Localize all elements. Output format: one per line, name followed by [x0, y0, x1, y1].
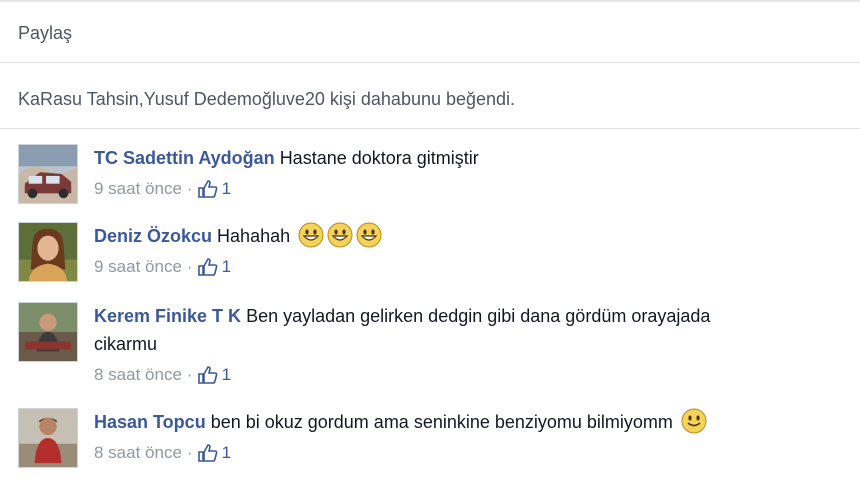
smiley-icon: [327, 222, 353, 248]
smiley-icon: [356, 222, 382, 248]
avatar-woman-image: [19, 223, 77, 281]
comment-author[interactable]: TC Sadettin Aydoğan: [94, 148, 275, 168]
comment-text-continued: cikarmu: [94, 334, 158, 354]
smiley-icon: [298, 222, 324, 248]
avatar[interactable]: [18, 222, 78, 282]
comment-author[interactable]: Kerem Finike T K: [94, 306, 241, 326]
comment-text: ben bi okuz gordum ama seninkine benziyo…: [210, 412, 673, 432]
comment-timestamp[interactable]: 9 saat önce: [94, 257, 182, 277]
likes-summary: KaRasu Tahsin, Yusuf Dedemoğlu ve 20 kiş…: [18, 84, 515, 114]
like-count: 1: [221, 443, 232, 462]
likes-suffix: bunu beğendi.: [400, 88, 516, 109]
liker-name[interactable]: Yusuf Dedemoğlu: [144, 89, 286, 110]
conjunction-text: ve: [285, 88, 305, 109]
divider: [0, 128, 860, 129]
separator-dot: ·: [186, 365, 193, 384]
divider: [0, 62, 860, 63]
separator-dot: ·: [186, 257, 193, 276]
smiley-icon: [681, 408, 707, 434]
avatar-car-image: [19, 145, 77, 203]
comment-timestamp[interactable]: 9 saat önce: [94, 179, 182, 199]
top-border: [0, 0, 860, 2]
thumbs-up-icon: [197, 180, 217, 198]
avatar-boy-image: [19, 409, 77, 467]
share-row: Paylaş: [18, 18, 72, 48]
comment-like-count[interactable]: 1: [197, 365, 232, 385]
avatar[interactable]: [18, 302, 78, 362]
separator-dot: ·: [186, 443, 193, 462]
comment-like-count[interactable]: 1: [197, 443, 232, 463]
separator-dot: ·: [186, 179, 193, 198]
share-link[interactable]: Paylaş: [18, 23, 72, 44]
comment-like-count[interactable]: 1: [197, 179, 232, 199]
others-link[interactable]: 20 kişi daha: [305, 89, 401, 110]
comment-author[interactable]: Hasan Topcu: [94, 412, 206, 432]
comment-section: Paylaş KaRasu Tahsin, Yusuf Dedemoğlu ve…: [0, 0, 860, 480]
thumbs-up-icon: [197, 366, 217, 384]
comment-timestamp[interactable]: 8 saat önce: [94, 365, 182, 385]
thumbs-up-icon: [197, 444, 217, 462]
comment-author[interactable]: Deniz Özokcu: [94, 226, 212, 246]
thumbs-up-icon: [197, 258, 217, 276]
comment-text: Hahahah: [217, 226, 291, 246]
like-count: 1: [221, 365, 232, 384]
like-count: 1: [221, 179, 232, 198]
like-count: 1: [221, 257, 232, 276]
avatar-man-image: [19, 303, 77, 361]
comment-timestamp[interactable]: 8 saat önce: [94, 443, 182, 463]
comment-text: Hastane doktora gitmiştir: [279, 148, 479, 168]
comment-like-count[interactable]: 1: [197, 257, 232, 277]
comment-text: Ben yayladan gelirken dedgin gibi dana g…: [246, 306, 711, 326]
avatar[interactable]: [18, 408, 78, 468]
avatar[interactable]: [18, 144, 78, 204]
liker-name[interactable]: KaRasu Tahsin: [18, 89, 139, 110]
